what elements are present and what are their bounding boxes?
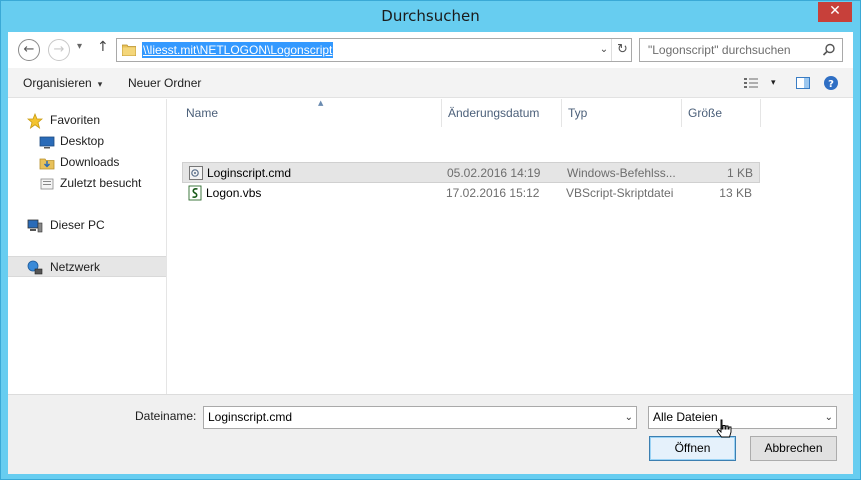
column-header-name[interactable]: Name ▲ xyxy=(180,99,442,127)
filename-label: Dateiname: xyxy=(135,409,197,423)
back-button[interactable]: ← xyxy=(18,39,40,61)
file-row[interactable]: Loginscript.cmd 05.02.2016 14:19 Windows… xyxy=(182,162,760,183)
new-folder-button[interactable]: Neuer Ordner xyxy=(128,68,201,98)
nav-label: Downloads xyxy=(60,155,120,169)
file-size: 1 KB xyxy=(726,166,753,180)
nav-label: Favoriten xyxy=(50,113,101,127)
column-header-date[interactable]: Änderungsdatum xyxy=(442,99,562,127)
filename-value: Loginscript.cmd xyxy=(208,410,293,424)
nav-label: Netzwerk xyxy=(50,260,101,274)
refresh-button[interactable]: ↻ xyxy=(611,39,633,61)
file-type-filter-select[interactable]: Alle Dateien ⌄ xyxy=(648,406,837,429)
nav-label: Desktop xyxy=(60,134,105,148)
dialog-client: ← → ▾ ↑ \\liesst.mit\NETLOGON\Logonscrip… xyxy=(8,32,853,474)
file-size: 13 KB xyxy=(719,186,752,200)
close-button[interactable]: ✕ xyxy=(818,2,852,22)
nav-item-favoriten[interactable]: Favoriten xyxy=(8,110,166,131)
close-icon: ✕ xyxy=(829,3,841,19)
nav-label: Dieser PC xyxy=(50,218,105,232)
search-icon[interactable] xyxy=(821,42,837,58)
cmd-file-icon xyxy=(189,166,203,180)
mouse-cursor-icon xyxy=(716,419,732,438)
network-icon xyxy=(27,260,43,275)
nav-item-desktop[interactable]: Desktop xyxy=(8,131,166,152)
forward-button[interactable]: → xyxy=(48,39,70,61)
file-type: VBScript-Skriptdatei xyxy=(566,186,674,200)
folder-icon xyxy=(122,44,136,56)
svg-text:?: ? xyxy=(828,79,834,90)
file-date: 05.02.2016 14:19 xyxy=(447,166,541,180)
downloads-icon xyxy=(39,158,55,170)
address-dropdown-icon[interactable]: ⌄ xyxy=(597,42,611,58)
organize-label: Organisieren xyxy=(23,76,92,90)
nav-label: Zuletzt besucht xyxy=(60,176,142,190)
column-header-size[interactable]: Größe xyxy=(682,99,761,127)
chevron-down-icon[interactable]: ⌄ xyxy=(625,407,633,428)
sort-ascending-icon: ▲ xyxy=(318,99,324,107)
filename-input[interactable]: Loginscript.cmd ⌄ xyxy=(203,406,637,429)
file-list: Name ▲ Änderungsdatum Typ Größe Loginscr… xyxy=(168,99,853,394)
column-label: Name xyxy=(186,106,219,120)
file-date: 17.02.2016 15:12 xyxy=(446,186,540,200)
cancel-button[interactable]: Abbrechen xyxy=(750,436,837,461)
vbs-file-icon xyxy=(188,185,202,201)
file-name: Loginscript.cmd xyxy=(207,166,292,180)
chevron-down-icon: ⌄ xyxy=(824,412,833,423)
search-box xyxy=(639,38,843,62)
help-icon[interactable]: ? xyxy=(823,75,839,91)
arrow-right-icon: → xyxy=(53,42,65,57)
preview-pane-icon[interactable] xyxy=(795,75,811,91)
command-bar: Organisieren ▾ Neuer Ordner ▾ ? xyxy=(8,68,853,98)
address-path-text[interactable]: \\liesst.mit\NETLOGON\Logonscript xyxy=(142,42,334,58)
dialog-title: Durchsuchen xyxy=(381,7,480,25)
dialog-window: Durchsuchen ✕ ← → ▾ ↑ \\liesst.mit\NETLO… xyxy=(0,0,861,480)
chevron-down-icon: ▾ xyxy=(97,80,103,90)
file-type: Windows-Befehlss... xyxy=(567,166,676,180)
search-input[interactable] xyxy=(640,39,820,61)
recent-places-icon xyxy=(40,178,54,190)
address-bar[interactable]: \\liesst.mit\NETLOGON\Logonscript ⌄ ↻ xyxy=(116,38,632,62)
refresh-icon: ↻ xyxy=(617,42,628,57)
arrow-left-icon: ← xyxy=(23,42,35,57)
filter-value: Alle Dateien xyxy=(653,410,718,424)
recent-locations-chevron-icon[interactable]: ▾ xyxy=(77,41,82,52)
computer-icon xyxy=(27,219,43,233)
star-icon xyxy=(27,113,43,129)
up-button[interactable]: ↑ xyxy=(97,39,109,55)
nav-item-recent[interactable]: Zuletzt besucht xyxy=(8,173,166,194)
nav-item-this-pc[interactable]: Dieser PC xyxy=(8,215,166,236)
nav-item-downloads[interactable]: Downloads xyxy=(8,152,166,173)
column-header-type[interactable]: Typ xyxy=(562,99,682,127)
view-options-chevron-icon[interactable]: ▾ xyxy=(771,68,776,98)
organize-menu[interactable]: Organisieren ▾ xyxy=(23,68,102,98)
nav-item-network[interactable]: Netzwerk xyxy=(8,256,166,277)
view-options-icon[interactable] xyxy=(743,75,759,91)
file-name: Logon.vbs xyxy=(206,186,262,200)
desktop-icon xyxy=(39,136,55,149)
file-row[interactable]: Logon.vbs 17.02.2016 15:12 VBScript-Skri… xyxy=(182,183,760,204)
address-row: ← → ▾ ↑ \\liesst.mit\NETLOGON\Logonscrip… xyxy=(8,32,853,68)
navigation-pane: Favoriten Desktop Downloads Zuletzt besu… xyxy=(8,99,167,394)
